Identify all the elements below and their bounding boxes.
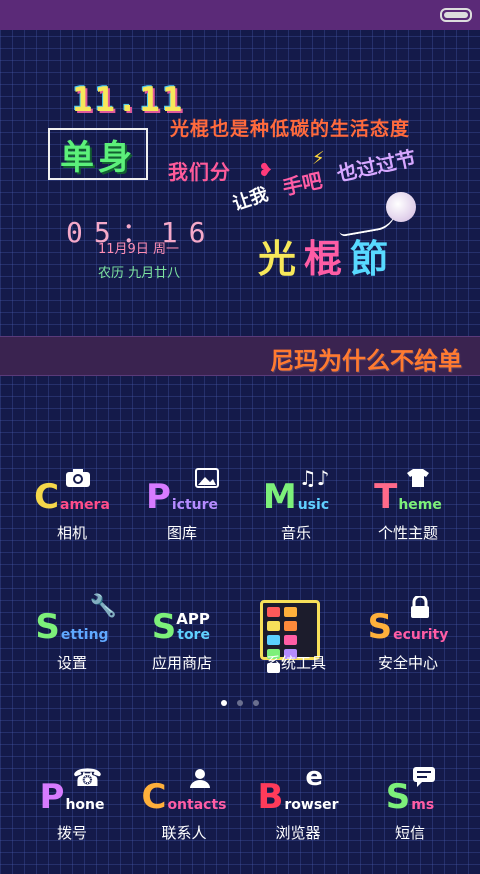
app-label-contacts: 联系人: [161, 824, 207, 842]
message-icon: S ms: [350, 767, 470, 814]
date-badge: 11.11: [72, 80, 185, 120]
balloon-icon: [386, 192, 416, 222]
app-label-music: 音乐: [280, 524, 311, 542]
shirt-icon: T heme: [348, 469, 468, 514]
app-sms[interactable]: S ms 短信: [350, 767, 470, 874]
app-store[interactable]: S APP tore 应用商店: [122, 604, 242, 704]
app-label-setting: 设置: [56, 654, 87, 672]
app-system-tools[interactable]: 系统工具: [236, 600, 356, 704]
single-box: 单身: [48, 128, 148, 180]
music-icon: M ♫♪ usic: [262, 466, 330, 517]
app-label-theme: 个性主题: [377, 524, 438, 542]
app-label-store: 应用商店: [151, 654, 212, 672]
marquee-banner: 尼玛为什么不给单: [0, 336, 480, 376]
singles-day-widget[interactable]: [0, 30, 480, 335]
single-text: 单身: [60, 137, 136, 178]
app-setting[interactable]: S 🔧 etting 设置: [12, 594, 132, 704]
phone-icon: P ☎ hone: [39, 764, 105, 817]
toolbox-icon: [260, 600, 320, 673]
app-contacts[interactable]: C ontacts 联系人: [124, 769, 244, 874]
broken-heart-icon: ❥: [258, 160, 274, 181]
browser-icon: B e rowser: [257, 762, 339, 817]
page-indicator: [0, 700, 480, 712]
battery-icon: [440, 8, 472, 22]
app-label-phone: 拨号: [56, 824, 87, 842]
app-label-security: 安全中心: [377, 654, 438, 672]
app-security[interactable]: S ecurity 安全中心: [348, 596, 468, 704]
app-label-picture: 图库: [166, 524, 197, 542]
lightning-icon: ⚡: [312, 148, 325, 169]
festival-char-2: 棍: [304, 237, 351, 281]
festival-title: 光棍節: [258, 228, 396, 283]
slogan-line2: 我们分: [168, 160, 231, 184]
app-label-sms: 短信: [394, 824, 425, 842]
camera-icon: C amera: [12, 469, 132, 514]
page-dot-3[interactable]: [253, 700, 259, 706]
clock-date: 11月9日 周一: [98, 242, 179, 257]
app-picture[interactable]: P icture 图库: [122, 468, 242, 574]
picture-icon: P icture: [122, 468, 242, 514]
store-icon: S APP tore: [151, 607, 210, 647]
app-theme[interactable]: T heme 个性主题: [348, 469, 468, 574]
app-browser[interactable]: B e rowser 浏览器: [238, 762, 358, 874]
page-dot-2[interactable]: [237, 700, 243, 706]
lock-icon: S ecurity: [348, 596, 468, 644]
app-label-camera: 相机: [56, 524, 87, 542]
festival-char-3: 節: [350, 237, 397, 281]
app-camera[interactable]: C amera 相机: [12, 469, 132, 574]
app-phone[interactable]: P ☎ hone 拨号: [12, 764, 132, 874]
slogan-line1: 光棍也是种低碳的生活态度: [170, 118, 411, 140]
marquee-text: 尼玛为什么不给单: [270, 347, 462, 375]
app-label-browser: 浏览器: [275, 824, 321, 842]
wrench-icon: S 🔧 etting: [35, 594, 118, 647]
person-icon: C ontacts: [124, 769, 244, 814]
clock-lunar: 农历 九月廿八: [98, 266, 181, 281]
festival-char-1: 光: [258, 237, 305, 281]
status-bar: [0, 0, 480, 30]
app-label-system-tools: 系统工具: [265, 654, 326, 672]
page-dot-1[interactable]: [221, 700, 227, 706]
app-music[interactable]: M ♫♪ usic 音乐: [236, 466, 356, 574]
